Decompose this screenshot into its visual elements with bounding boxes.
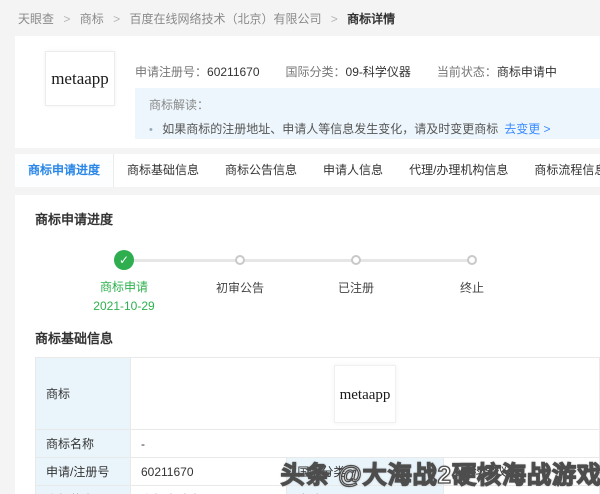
step-pending-icon [467,255,477,265]
row-label: 申请/注册号 [35,457,131,486]
video-watermark: 头条 @大海战2硬核海战游戏 [280,461,600,489]
breadcrumb-home[interactable]: 天眼查 [18,12,54,26]
row-label: 商标状态 [35,485,131,494]
row-label: 商标名称 [35,429,131,458]
breadcrumb-trademark[interactable]: 商标 [80,12,104,26]
trademark-image-cell: metaapp [130,357,600,430]
progress-section-title: 商标申请进度 [35,212,114,227]
interpretation-box: 商标解读： 如果商标的注册地址、申请人等信息发生变化，请及时变更商标去变更 > [135,88,600,139]
interpretation-text: 如果商标的注册地址、申请人等信息发生变化，请及时变更商标 [162,122,499,136]
step-preliminary-announcement: 初审公告 [180,236,300,296]
row-value: - [130,429,600,458]
row-value: 60211670 [129,457,288,486]
tab-applicant-info[interactable]: 申请人信息 [310,154,396,187]
step-label: 终止 [459,281,484,295]
breadcrumb-current: 商标详情 [347,12,396,26]
breadcrumb-separator: > [113,12,121,26]
trademark-image: metaapp [334,364,396,423]
tab-agency-info[interactable]: 代理/办理机构信息 [396,154,521,187]
international-class-field: 国际分类：09-科学仪器 [286,63,411,80]
basic-info-section-title: 商标基础信息 [35,331,114,346]
field-value: 商标申请中 [496,65,557,79]
page: 天眼查 > 商标 > 百度在线网络技术（北京）有限公司 > 商标详情 metaa… [0,0,600,494]
field-value: 60211670 [207,65,260,79]
step-registered: 已注册 [296,236,416,296]
trademark-logo-text: metaapp [51,68,109,88]
go-change-link[interactable]: 去变更 > [504,122,550,136]
breadcrumb: 天眼查 > 商标 > 百度在线网络技术（北京）有限公司 > 商标详情 [0,0,600,36]
table-row: 商标名称 - [35,429,600,458]
row-label: 商标 [35,357,131,430]
step-pending-icon [351,255,361,265]
field-label: 国际分类： [285,65,346,79]
tab-trademark-progress[interactable]: 商标申请进度 [15,154,115,187]
progress-stepper: ✓ 商标申请 2021-10-29 初审公告 已注册 终止 [35,236,600,313]
field-label: 申请注册号： [135,65,208,79]
breadcrumb-separator: > [330,12,338,26]
current-status-field: 当前状态：商标申请中 [437,63,557,80]
breadcrumb-separator: > [63,12,71,26]
table-row: 商标 metaapp [35,357,600,430]
step-trademark-application: ✓ 商标申请 2021-10-29 [64,236,184,313]
step-label: 已注册 [337,281,374,295]
step-label: 初审公告 [215,281,264,295]
interpretation-title: 商标解读： [149,98,210,112]
tab-bar: 商标申请进度 商标基础信息 商标公告信息 申请人信息 代理/办理机构信息 商标流… [15,154,600,187]
row-value: 商标申请中 [129,485,288,494]
step-date: 2021-10-29 [93,299,155,313]
header-fields: 申请注册号：60211670 国际分类：09-科学仪器 当前状态：商标申请中 [135,63,557,80]
step-terminated: 终止 [412,236,532,296]
breadcrumb-company[interactable]: 百度在线网络技术（北京）有限公司 [129,12,321,26]
check-icon: ✓ [114,250,134,270]
step-label: 商标申请 [99,280,148,294]
interpretation-bullet: 如果商标的注册地址、申请人等信息发生变化，请及时变更商标去变更 > [149,120,586,137]
step-pending-icon [235,255,245,265]
content-card: 商标申请进度 ✓ 商标申请 2021-10-29 初审公告 已注册 终止 商标基… [15,195,600,494]
tab-announcement-info[interactable]: 商标公告信息 [212,154,310,187]
registration-number-field: 申请注册号：60211670 [135,63,260,80]
field-label: 当前状态： [436,65,497,79]
tab-basic-info[interactable]: 商标基础信息 [114,154,212,187]
field-value: 09-科学仪器 [345,65,411,79]
tab-process-info[interactable]: 商标流程信息 [521,154,600,187]
trademark-logo-image: metaapp [45,51,115,106]
trademark-header-card: metaapp 申请注册号：60211670 国际分类：09-科学仪器 当前状态… [15,36,600,148]
